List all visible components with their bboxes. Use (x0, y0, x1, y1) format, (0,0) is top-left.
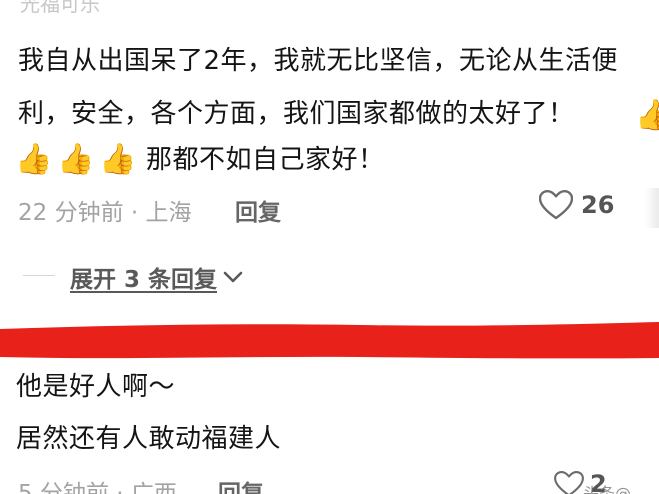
comment-text-line-2: 居然还有人敢动福建人 (16, 424, 282, 454)
watermark: 头条@ (583, 484, 632, 494)
thumbs-up-icon: 👍 (14, 140, 54, 180)
heart-outline-icon[interactable] (554, 471, 584, 494)
comment-text-line-3: 那都不如自己家好！ (146, 145, 385, 175)
thumbs-up-emoji: 👍 (635, 98, 659, 133)
thumbs-up-icon: 👍 (635, 96, 659, 136)
like-count: 26 (581, 191, 615, 219)
comment-author[interactable]: 光福可乐 (20, 0, 100, 17)
heart-outline-icon[interactable] (539, 190, 573, 220)
expand-replies-label[interactable]: 展开 3 条回复 (70, 260, 217, 294)
comment-time-location: 22 分钟前 · 上海 (18, 200, 192, 226)
edge-shadow (645, 188, 659, 228)
reply-button[interactable]: 回复 (218, 474, 264, 494)
red-highlight-stroke (0, 322, 659, 359)
reply-button[interactable]: 回复 (235, 193, 281, 227)
thumbs-up-emoji: 👍 (99, 142, 137, 177)
divider (23, 275, 55, 276)
chevron-down-icon[interactable] (223, 270, 243, 284)
comment-time-location: 5 分钟前 · 广西 (18, 481, 177, 494)
comment-text-line-1: 他是好人啊～ (16, 372, 176, 402)
comment-feed: 光福可乐 我自从出国呆了2年，我就无比坚信，无论从生活便 利，安全，各个方面，我… (0, 0, 659, 494)
thumbs-up-icon: 👍 (98, 140, 138, 180)
expand-replies-button[interactable]: 展开 3 条回复 (70, 260, 243, 294)
comment-text-line-2: 利，安全，各个方面，我们国家都做的太好了！ (18, 99, 575, 129)
thumbs-up-emoji: 👍 (15, 142, 53, 177)
emoji-row: 👍 👍 👍 (14, 140, 138, 180)
thumbs-up-emoji: 👍 (57, 142, 95, 177)
like-button[interactable]: 26 (539, 190, 614, 220)
thumbs-up-icon: 👍 (56, 140, 96, 180)
comment-text-line-1: 我自从出国呆了2年，我就无比坚信，无论从生活便 (18, 46, 619, 76)
